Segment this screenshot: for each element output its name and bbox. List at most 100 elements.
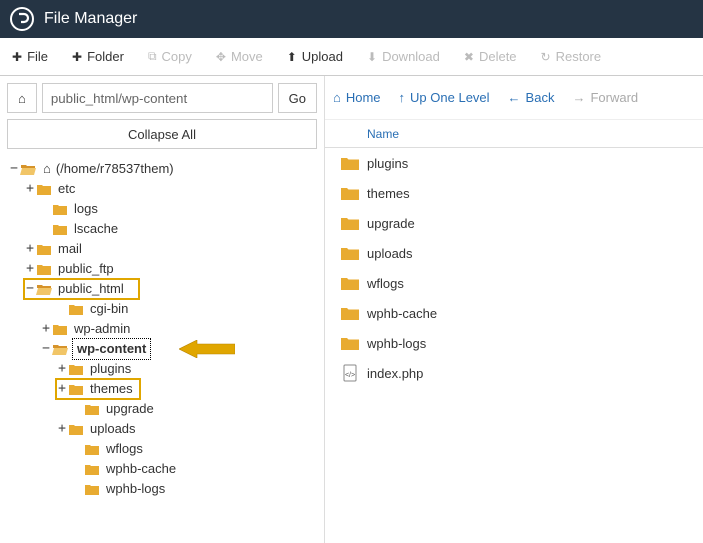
tree-toggle[interactable]: − [25, 279, 35, 299]
folder-icon [333, 215, 367, 231]
list-item-name: wphb-logs [367, 336, 703, 351]
file-icon: </> [333, 364, 367, 382]
go-button[interactable]: Go [278, 83, 317, 113]
folder-icon [52, 202, 68, 216]
tree-toggle[interactable]: + [41, 319, 51, 339]
upload-button[interactable]: ⬆Upload [275, 38, 355, 76]
tree-item-uploads[interactable]: uploads [88, 419, 138, 439]
restore-icon: ↻ [541, 50, 551, 64]
tree-toggle[interactable]: + [25, 239, 35, 259]
folder-icon [84, 462, 100, 476]
folder-icon [333, 185, 367, 201]
list-item[interactable]: uploads [325, 238, 703, 268]
folder-icon [36, 262, 52, 276]
folder-icon [333, 155, 367, 171]
delete-button: ✖Delete [452, 38, 529, 76]
folder-icon [52, 322, 68, 336]
folder-icon [36, 242, 52, 256]
list-item[interactable]: wphb-cache [325, 298, 703, 328]
collapse-all-button[interactable]: Collapse All [7, 119, 317, 149]
tree-item-lscache[interactable]: lscache [72, 219, 120, 239]
folder-open-icon [20, 162, 36, 176]
list-item-name: wflogs [367, 276, 703, 291]
delete-icon: ✖ [464, 50, 474, 64]
list-item[interactable]: themes [325, 178, 703, 208]
app-title: File Manager [44, 10, 137, 28]
restore-button: ↻Restore [529, 38, 614, 76]
nav-home-button[interactable]: ⌂Home [333, 90, 381, 105]
folder-icon [36, 182, 52, 196]
tree-toggle[interactable]: + [25, 259, 35, 279]
folder-icon [84, 482, 100, 496]
tree-toggle[interactable]: + [25, 179, 35, 199]
tree-item-themes[interactable]: themes [88, 379, 135, 399]
folder-icon [333, 275, 367, 291]
list-item[interactable]: wflogs [325, 268, 703, 298]
folder-icon [68, 302, 84, 316]
copy-button: ⧉Copy [136, 38, 204, 76]
folder-icon [333, 245, 367, 261]
folder-open-icon [52, 342, 68, 356]
tree-toggle[interactable]: + [57, 419, 67, 439]
list-item-name: uploads [367, 246, 703, 261]
new-file-button[interactable]: ✚File [0, 38, 60, 76]
main-toolbar: ✚File ✚Folder ⧉Copy ✥Move ⬆Upload ⬇Downl… [0, 38, 703, 76]
tree-toggle[interactable]: − [9, 159, 19, 179]
copy-icon: ⧉ [148, 49, 157, 64]
list-item-name: wphb-cache [367, 306, 703, 321]
arrow-right-icon: → [572, 90, 585, 105]
folder-icon [84, 442, 100, 456]
tree-item-logs[interactable]: logs [72, 199, 100, 219]
nav-forward-button: →Forward [572, 90, 638, 105]
svg-text:</>: </> [345, 372, 355, 379]
list-item[interactable]: wphb-logs [325, 328, 703, 358]
arrow-left-icon: ← [508, 90, 521, 105]
home-icon: ⌂ [43, 159, 51, 179]
tree-item-etc[interactable]: etc [56, 179, 77, 199]
tree-item-public-html[interactable]: public_html [56, 279, 126, 299]
plus-icon: ✚ [72, 50, 82, 64]
tree-root-label[interactable]: (/home/r78537them) [54, 159, 176, 179]
folder-icon [52, 222, 68, 236]
list-item[interactable]: upgrade [325, 208, 703, 238]
tree-item-wphb-cache[interactable]: wphb-cache [104, 459, 178, 479]
tree-item-wflogs[interactable]: wflogs [104, 439, 145, 459]
folder-open-icon [36, 282, 52, 296]
tree-item-wp-admin[interactable]: wp-admin [72, 319, 132, 339]
file-list-panel: ⌂Home ↑Up One Level ←Back →Forward Name … [325, 76, 703, 543]
tree-item-cgi-bin[interactable]: cgi-bin [88, 299, 130, 319]
nav-back-button[interactable]: ←Back [508, 90, 555, 105]
column-header-name[interactable]: Name [325, 120, 703, 148]
tree-item-plugins[interactable]: plugins [88, 359, 133, 379]
tree-item-mail[interactable]: mail [56, 239, 84, 259]
cpanel-logo-icon [10, 7, 34, 31]
tree-item-public-ftp[interactable]: public_ftp [56, 259, 116, 279]
download-button: ⬇Download [355, 38, 452, 76]
folder-icon [68, 422, 84, 436]
tree-item-wp-content[interactable]: wp-content [72, 338, 151, 360]
folder-tree: − ⌂(/home/r78537them) + etc + logs + lscache… [7, 155, 317, 543]
arrow-up-icon: ↑ [399, 90, 406, 105]
tree-toggle[interactable]: + [57, 359, 67, 379]
list-item-name: upgrade [367, 216, 703, 231]
path-input[interactable] [42, 83, 273, 113]
list-item-name: plugins [367, 156, 703, 171]
tree-item-wphb-logs[interactable]: wphb-logs [104, 479, 167, 499]
tree-toggle[interactable]: + [57, 379, 67, 399]
tree-item-upgrade[interactable]: upgrade [104, 399, 156, 419]
folder-icon [68, 382, 84, 396]
folder-icon [84, 402, 100, 416]
list-item[interactable]: </>index.php [325, 358, 703, 388]
plus-icon: ✚ [12, 50, 22, 64]
nav-up-button[interactable]: ↑Up One Level [399, 90, 490, 105]
new-folder-button[interactable]: ✚Folder [60, 38, 136, 76]
sidebar: ⌂ Go Collapse All −⌂(/home/r78537them) +… [0, 76, 325, 543]
move-button: ✥Move [204, 38, 275, 76]
download-icon: ⬇ [367, 50, 377, 64]
list-item[interactable]: plugins [325, 148, 703, 178]
home-icon: ⌂ [333, 90, 341, 105]
tree-toggle[interactable]: − [41, 339, 51, 359]
move-icon: ✥ [216, 50, 226, 64]
path-home-button[interactable]: ⌂ [7, 83, 37, 113]
folder-icon [333, 335, 367, 351]
